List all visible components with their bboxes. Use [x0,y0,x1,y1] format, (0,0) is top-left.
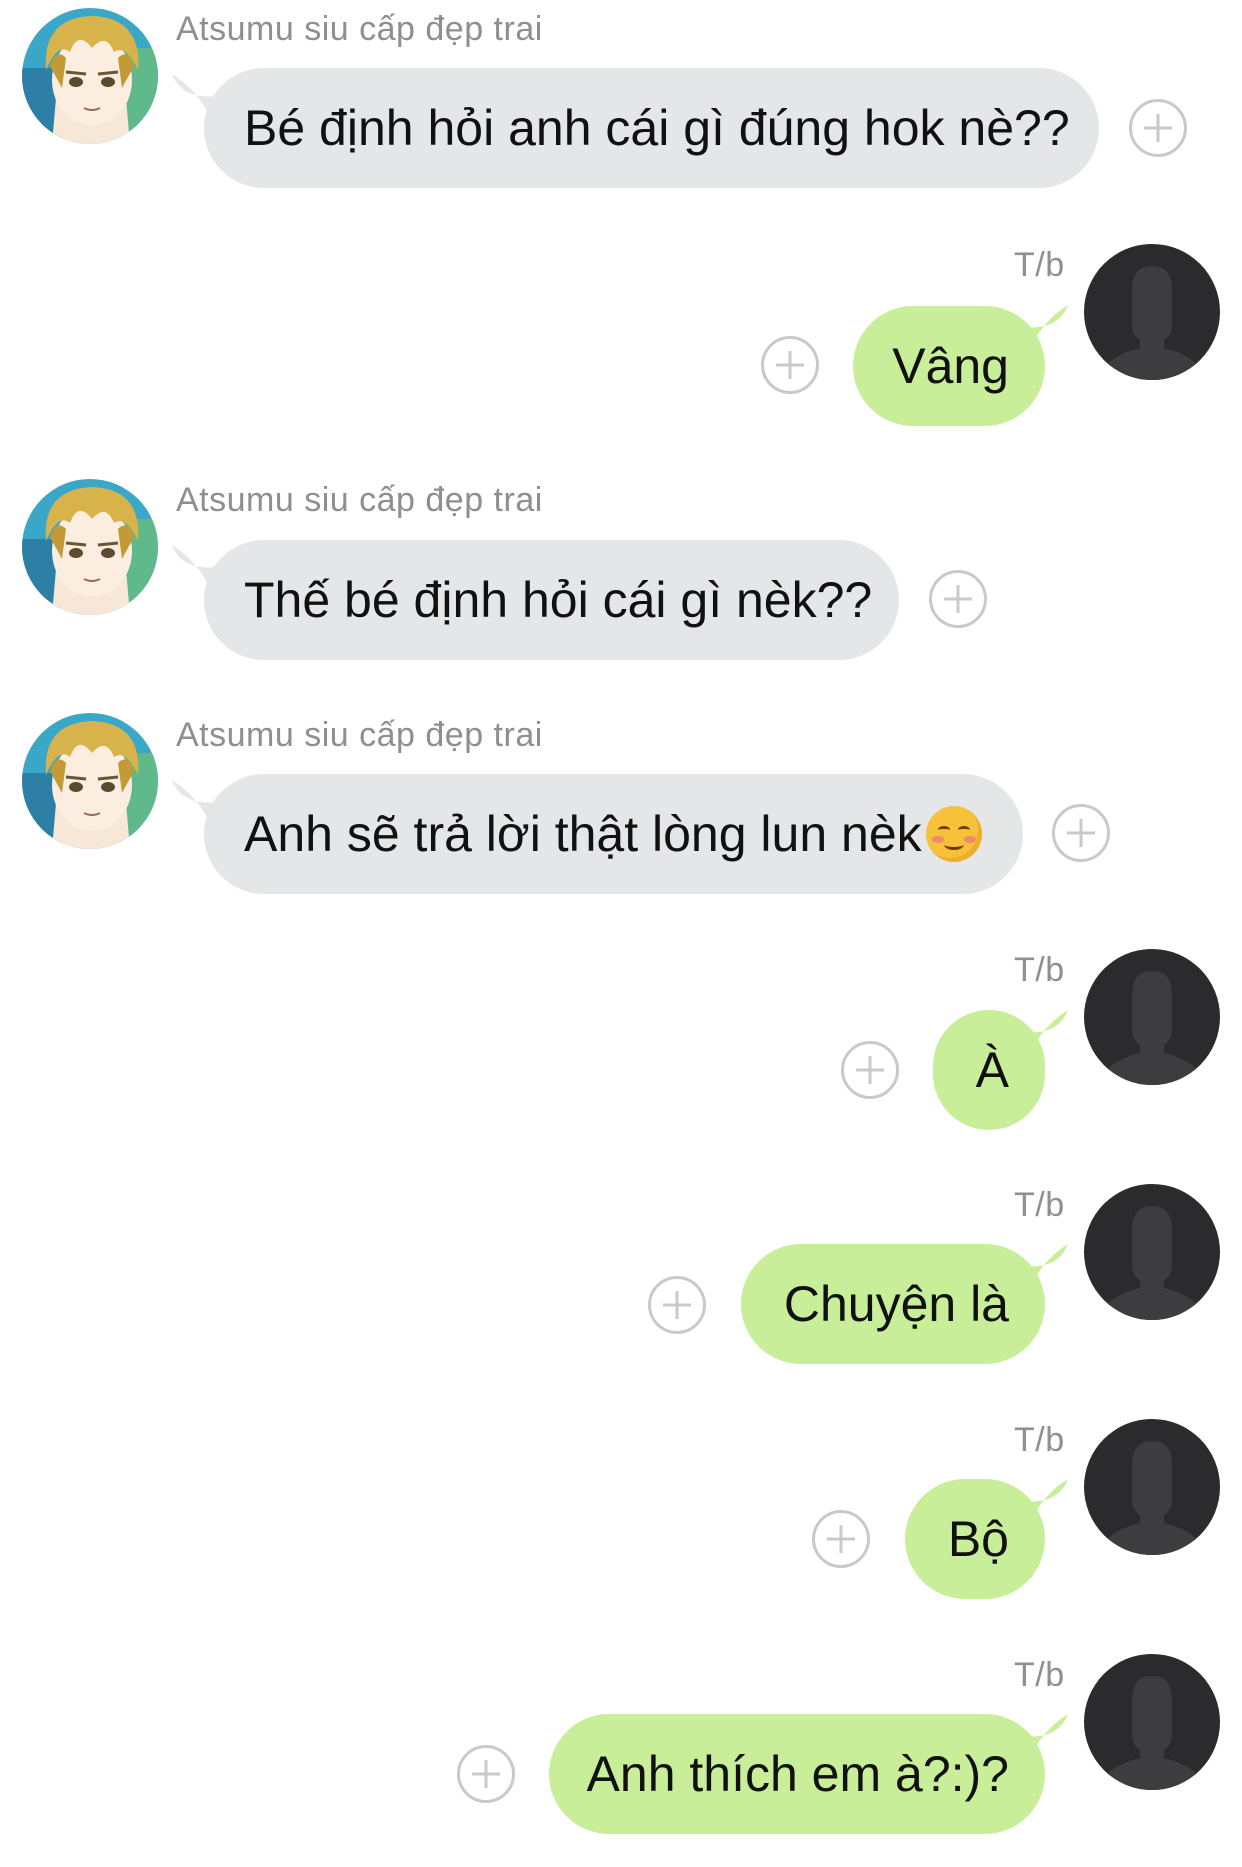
bubble-tail [1022,1244,1068,1294]
message-bubble[interactable]: Thế bé định hỏi cái gì nèk?? [204,540,899,660]
message-text: Anh thích em à?:)? [586,1746,1009,1802]
sender-avatar-icon[interactable] [22,713,158,849]
add-reaction-icon[interactable] [812,1510,870,1568]
smiling-face-icon [925,806,982,862]
message-text: Bộ [947,1511,1009,1567]
sender-avatar-icon[interactable] [1084,1419,1220,1555]
sender-name: T/b [1014,951,1065,989]
message-bubble[interactable]: Vâng [853,306,1045,426]
sender-avatar-icon[interactable] [1084,244,1220,380]
add-reaction-icon[interactable] [929,570,987,628]
add-reaction-icon[interactable] [1052,804,1110,862]
message-text: Thế bé định hỏi cái gì nèk?? [244,572,873,628]
message-text: À [975,1042,1009,1098]
sender-name: T/b [1014,246,1065,284]
bubble-tail [1022,305,1068,355]
sender-name: Atsumu siu cấp đẹp trai [176,481,543,519]
sender-name: T/b [1014,1656,1065,1694]
add-reaction-icon[interactable] [648,1276,706,1334]
message-text: Vâng [892,338,1009,394]
sender-avatar-icon[interactable] [1084,1184,1220,1320]
sender-avatar-icon[interactable] [1084,1654,1220,1790]
bubble-tail [1022,1714,1068,1764]
sender-name: T/b [1014,1186,1065,1224]
message-bubble[interactable]: Anh thích em à?:)? [549,1714,1045,1834]
message-text: Chuyện là [783,1276,1009,1332]
add-reaction-icon[interactable] [457,1745,515,1803]
sender-avatar-icon[interactable] [22,479,158,615]
sender-name: Atsumu siu cấp đẹp trai [176,716,543,754]
add-reaction-icon[interactable] [841,1041,899,1099]
bubble-tail [1022,1479,1068,1529]
add-reaction-icon[interactable] [761,336,819,394]
add-reaction-icon[interactable] [1129,99,1187,157]
bubble-tail [1022,1010,1068,1060]
message-text: Anh sẽ trả lời thật lòng lun nèk [244,806,922,862]
sender-name: T/b [1014,1421,1065,1459]
sender-avatar-icon[interactable] [1084,949,1220,1085]
sender-name: Atsumu siu cấp đẹp trai [176,10,543,48]
message-bubble[interactable]: Bé định hỏi anh cái gì đúng hok nè?? [204,68,1099,188]
sender-avatar-icon[interactable] [22,8,158,144]
message-text: Bé định hỏi anh cái gì đúng hok nè?? [244,100,1070,156]
message-bubble[interactable]: Anh sẽ trả lời thật lòng lun nèk [204,774,1023,894]
message-bubble[interactable]: Chuyện là [741,1244,1045,1364]
